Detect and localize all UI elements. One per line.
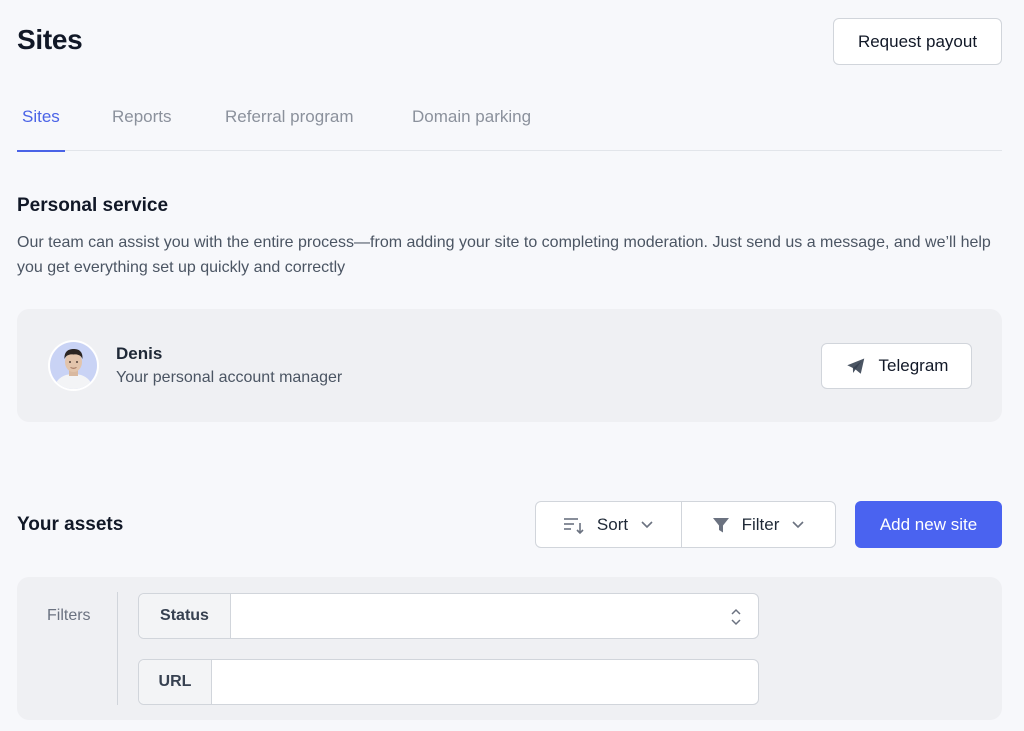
url-filter: URL <box>138 659 759 705</box>
tab-sites[interactable]: Sites <box>17 95 65 152</box>
chevron-down-icon <box>792 521 804 529</box>
telegram-button-label: Telegram <box>878 356 949 375</box>
tab-domain-parking[interactable]: Domain parking <box>412 95 531 151</box>
avatar <box>48 340 99 391</box>
chevron-down-icon <box>641 521 653 529</box>
request-payout-button[interactable]: Request payout <box>833 18 1002 65</box>
url-input[interactable] <box>212 660 758 704</box>
person-avatar-icon <box>50 342 97 389</box>
telegram-button[interactable]: Telegram <box>821 343 972 389</box>
sites-page: Sites Request payout Sites Reports Refer… <box>0 0 1024 731</box>
status-label: Status <box>139 594 231 638</box>
tab-referral-program[interactable]: Referral program <box>225 95 354 151</box>
status-select[interactable] <box>231 594 758 638</box>
sort-icon <box>563 517 584 534</box>
page-title: Sites <box>17 24 83 55</box>
funnel-icon <box>712 517 729 532</box>
account-manager-card: Denis Your personal account manager Tele… <box>17 309 1002 422</box>
sort-filter-group: Sort Filter <box>535 501 836 548</box>
filters-panel: Filters Status URL <box>17 577 1002 720</box>
status-filter: Status <box>138 593 759 639</box>
personal-service-description: Our team can assist you with the entire … <box>17 234 991 276</box>
paper-plane-icon <box>846 358 864 374</box>
manager-role: Your personal account manager <box>116 369 343 386</box>
filters-divider <box>117 592 118 705</box>
personal-service-heading: Personal service <box>17 195 169 216</box>
your-assets-heading: Your assets <box>17 514 124 535</box>
url-label: URL <box>139 660 212 704</box>
select-updown-icon <box>731 608 741 626</box>
filter-label: Filter <box>741 514 780 534</box>
filter-button[interactable]: Filter <box>682 502 835 547</box>
filters-label: Filters <box>47 607 91 624</box>
tab-bar: Sites Reports Referral program Domain pa… <box>17 95 1002 152</box>
sort-label: Sort <box>596 514 629 534</box>
tab-reports[interactable]: Reports <box>112 95 172 151</box>
sort-button[interactable]: Sort <box>536 502 682 547</box>
add-new-site-button[interactable]: Add new site <box>855 501 1002 548</box>
status-value <box>231 594 758 638</box>
manager-name: Denis <box>116 344 163 363</box>
